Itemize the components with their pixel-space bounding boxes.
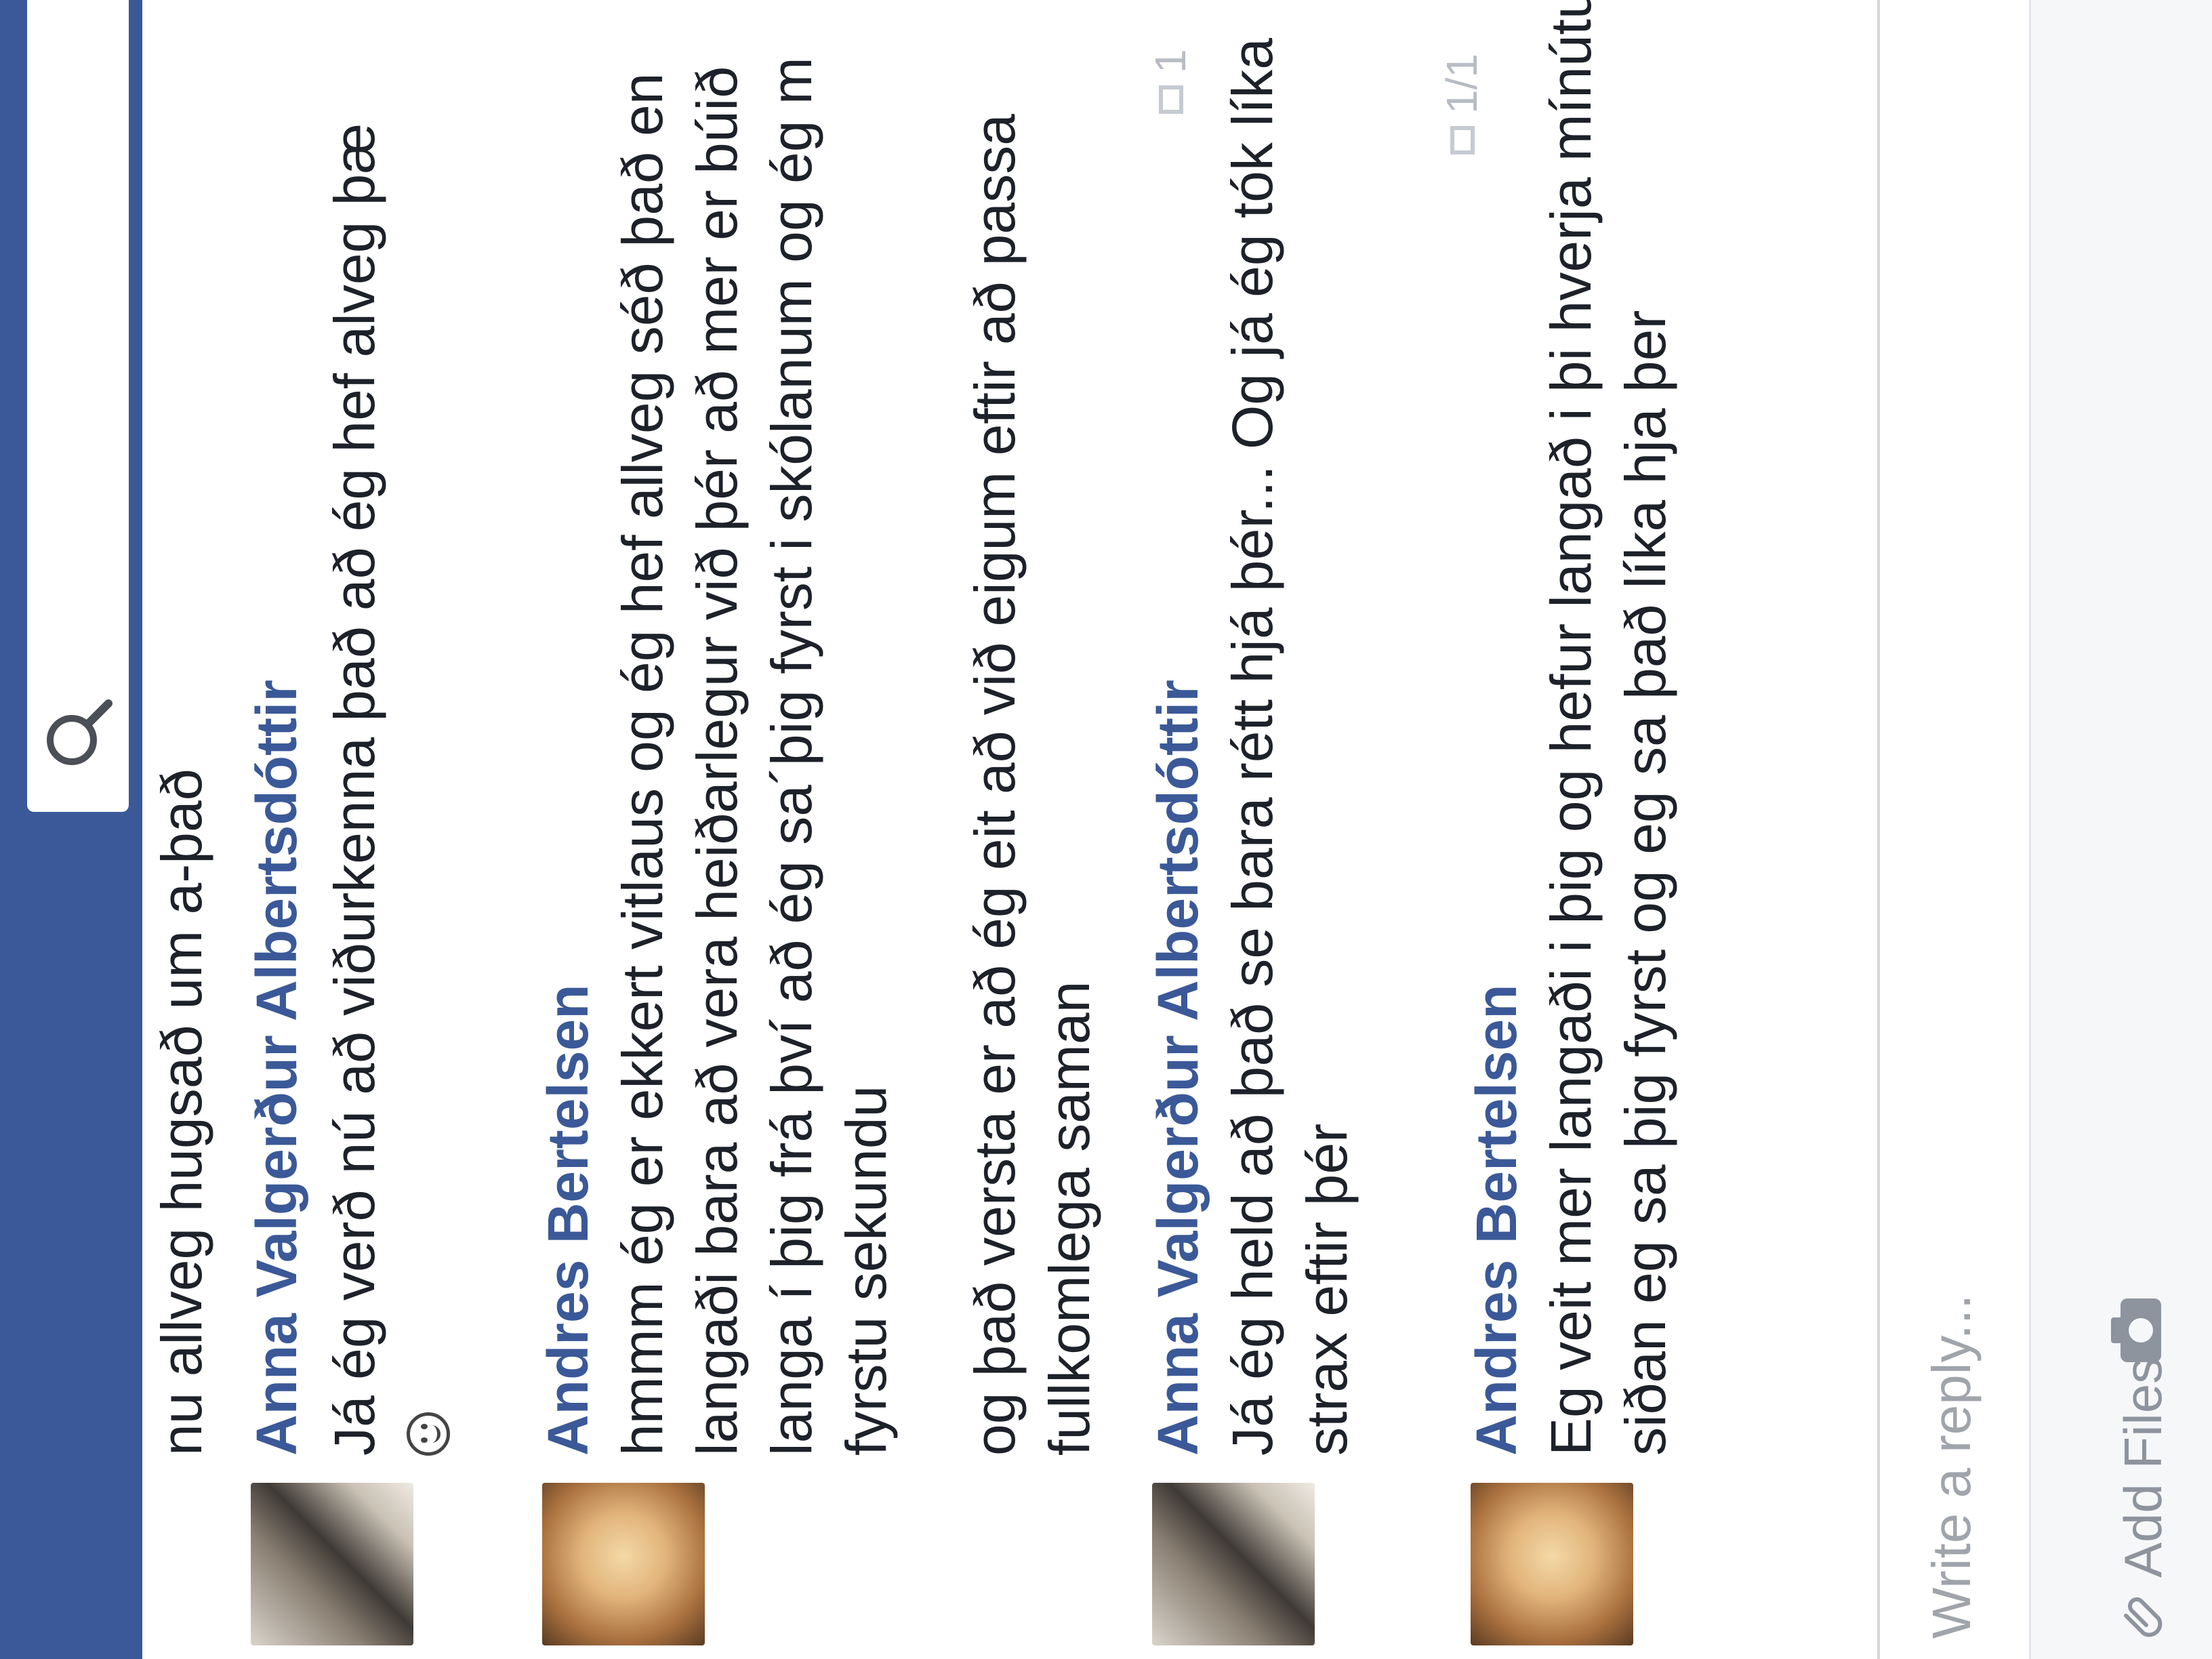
message-group: Anna Valgerður Albertsdóttir Já ég verð …	[244, 0, 529, 1659]
message-line: langa í þig frá því að ég sa´þig fyrst i…	[760, 57, 823, 1456]
message-line: siðan eg sa þig fyrst og eg sa það líka …	[1614, 310, 1677, 1456]
message-line: fullkomlega saman	[1038, 981, 1101, 1456]
sender-name[interactable]: Anna Valgerður Albertsdóttir	[1145, 680, 1211, 1456]
seen-indicator: 1/1	[1437, 54, 1486, 114]
camera-icon[interactable]	[2106, 1293, 2167, 1368]
message-group: Anna Valgerður Albertsdóttir Já ég held …	[1145, 0, 1430, 1659]
message-line: fyrstu sekundu	[834, 1085, 898, 1456]
search-icon[interactable]	[41, 697, 115, 771]
message-line: hmmm ég er ekkert vitlaus og ég hef allv…	[611, 73, 674, 1456]
add-files-button[interactable]: Add Files	[2112, 1357, 2174, 1578]
smiley-icon	[407, 1412, 450, 1456]
message-line: strax eftir þér	[1295, 1123, 1359, 1456]
conversation-thread: nu allveg hugsað um a-það Anna Valgerður…	[142, 0, 1877, 1659]
message-group: Andres Bertelsen Eg veit mer langaði i þ…	[1437, 0, 1748, 1659]
reply-toolbar: Add Files	[2029, 0, 2212, 1659]
paperclip-icon[interactable]	[2119, 1591, 2167, 1639]
message-line: Já ég verð nú að viðurkenna það að ég he…	[323, 123, 386, 1456]
avatar-andres[interactable]	[1471, 1483, 1633, 1645]
seen-indicator: 1	[1146, 49, 1195, 73]
message-line: langaði bara að vera heiðarlegur við þér…	[685, 66, 749, 1456]
message-group: Andres Bertelsen hmmm ég er ekkert vitla…	[535, 0, 1132, 1659]
avatar-anna[interactable]	[251, 1483, 413, 1645]
search-input[interactable]	[27, 0, 129, 812]
message-line: og það versta er að ég eit að við eigum …	[963, 114, 1027, 1456]
sender-name[interactable]: Andres Bertelsen	[1464, 984, 1530, 1456]
seen-checkbox-icon	[1450, 126, 1475, 155]
message-line: nu allveg hugsað um a-það	[150, 769, 213, 1456]
seen-checkbox-icon	[1159, 85, 1183, 114]
avatar-anna[interactable]	[1152, 1483, 1315, 1645]
reply-input[interactable]: Write a reply...	[1921, 1294, 1983, 1639]
sender-name[interactable]: Anna Valgerður Albertsdóttir	[244, 680, 310, 1456]
message-line: Eg veit mer langaði i þig og hefur langa…	[1539, 0, 1603, 1456]
sender-name[interactable]: Andres Bertelsen	[535, 984, 601, 1456]
reply-composer: Write a reply... Add Files	[1877, 0, 2212, 1659]
message-line: Já ég held að það se bara rétt hjá þér..…	[1221, 37, 1284, 1456]
messenger-window: nu allveg hugsað um a-það Anna Valgerður…	[0, 0, 2212, 1659]
avatar-andres[interactable]	[542, 1483, 705, 1645]
